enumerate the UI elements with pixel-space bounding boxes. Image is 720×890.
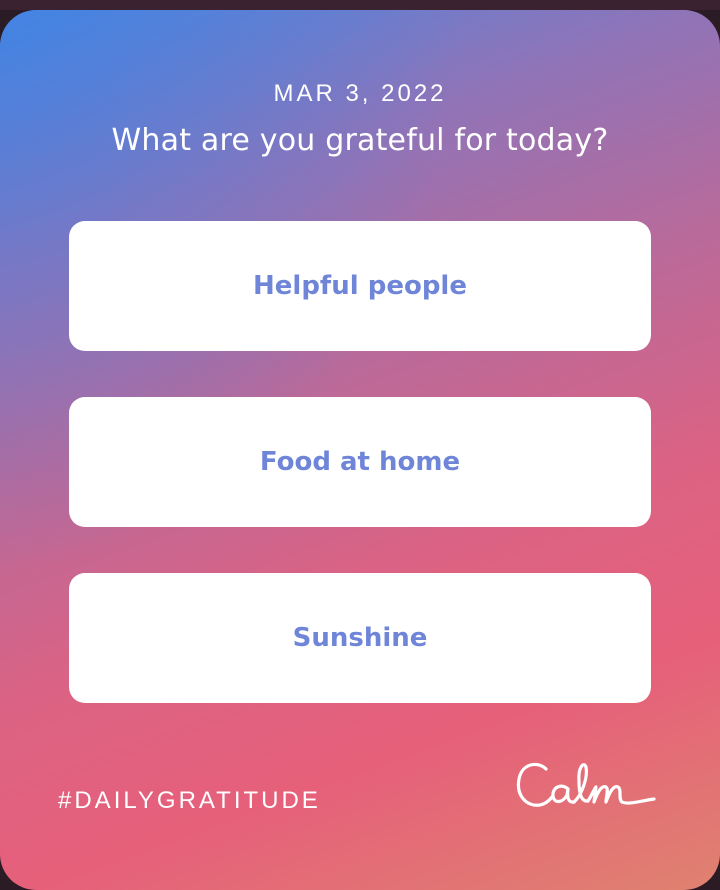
question-title: What are you grateful for today? [111, 123, 609, 158]
option-food-at-home-button[interactable]: Food at home [69, 397, 651, 527]
date-label: MAR 3, 2022 [273, 80, 447, 107]
option-helpful-people-button[interactable]: Helpful people [69, 221, 651, 351]
status-bar-strip [0, 0, 720, 10]
option-label: Helpful people [253, 271, 467, 301]
hashtag-label: #DAILYGRATITUDE [58, 787, 321, 814]
option-label: Food at home [259, 447, 461, 477]
calm-logo-icon [516, 762, 656, 807]
option-sunshine-button[interactable]: Sunshine [69, 573, 651, 703]
option-label: Sunshine [292, 623, 428, 653]
gratitude-card: MAR 3, 2022 What are you grateful for to… [0, 10, 720, 890]
